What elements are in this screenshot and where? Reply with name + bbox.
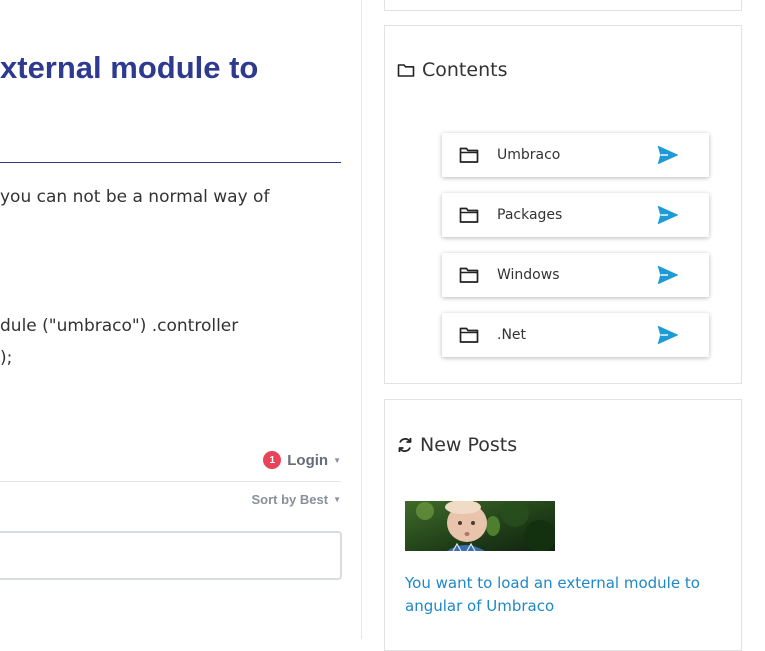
category-umbraco[interactable]: Umbraco: [442, 133, 709, 177]
category-label: Packages: [497, 207, 563, 223]
folder-icon: [397, 64, 415, 77]
contents-heading-label: Contents: [422, 59, 508, 81]
article-title: xternal module to: [0, 50, 259, 85]
sort-menu[interactable]: Sort by Best ▼: [252, 492, 342, 507]
login-menu[interactable]: 1 Login ▼: [263, 451, 341, 469]
folder-icon: [459, 207, 479, 223]
new-posts-heading: New Posts: [397, 434, 517, 456]
category-label: .Net: [497, 327, 527, 343]
send-icon: [657, 325, 679, 345]
post-link[interactable]: You want to load an external module to a…: [405, 572, 725, 618]
code-line-2: );: [0, 348, 13, 368]
category-packages[interactable]: Packages: [442, 193, 709, 237]
article-paragraph: you can not be a normal way of: [0, 187, 270, 207]
post-thumbnail-image: [405, 501, 555, 551]
sidebar-widget-top: [384, 0, 742, 11]
category-label: Windows: [497, 267, 560, 283]
folder-icon: [459, 267, 479, 283]
category-windows[interactable]: Windows: [442, 253, 709, 297]
send-icon: [657, 205, 679, 225]
title-divider: [0, 162, 341, 163]
category-label: Umbraco: [497, 147, 561, 163]
caret-down-icon: ▼: [333, 495, 341, 504]
send-icon: [657, 145, 679, 165]
column-divider: [361, 0, 362, 639]
refresh-icon: [398, 438, 412, 452]
contents-widget: Contents Umbraco Packages Windows .Net: [384, 25, 742, 384]
category-dotnet[interactable]: .Net: [442, 313, 709, 357]
sort-label: Sort by Best: [251, 492, 329, 507]
notification-badge: 1: [263, 451, 282, 469]
folder-icon: [459, 327, 479, 343]
caret-down-icon: ▼: [333, 455, 341, 465]
comments-divider: [0, 481, 341, 482]
new-posts-widget: New Posts You want to load an external m…: [384, 399, 742, 651]
post-thumbnail[interactable]: [405, 501, 555, 551]
folder-icon: [459, 147, 479, 163]
login-label: Login: [287, 451, 329, 469]
send-icon: [657, 265, 679, 285]
comment-input[interactable]: [0, 531, 342, 580]
contents-heading: Contents: [397, 59, 507, 81]
new-posts-heading-label: New Posts: [420, 434, 518, 456]
code-line-1: dule ("umbraco") .controller: [0, 316, 239, 336]
